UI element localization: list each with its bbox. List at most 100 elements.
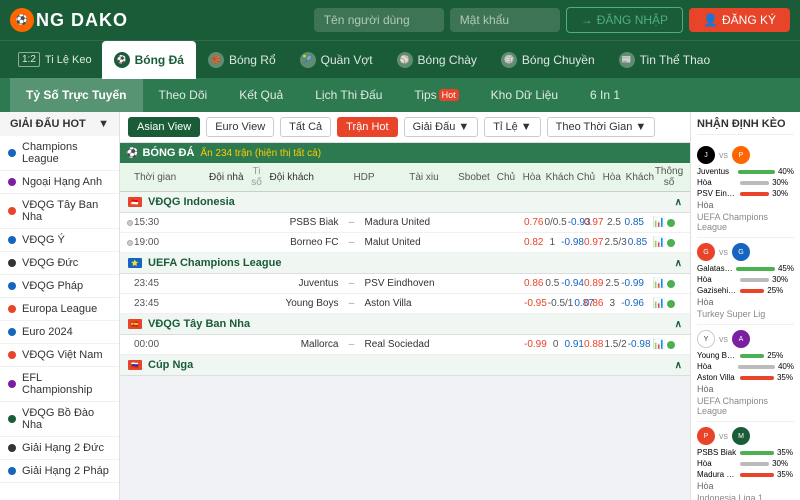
keo-item: G vs G Galatasaray 45% Hòa 30% Gazisehir… (697, 238, 794, 325)
green-indicator (667, 300, 675, 308)
keo-vs: vs (719, 334, 728, 344)
team1-label: Juventus (697, 167, 735, 176)
sidebar-item-vdqg-bo-dao-nha[interactable]: VĐQG Bồ Đào Nha (0, 402, 119, 437)
sidebar-item-vdqg-tay-ban-nha[interactable]: VĐQG Tây Ban Nha (0, 194, 119, 229)
team-badge-1: Y (697, 330, 715, 348)
tran-hot-button[interactable]: Trận Hot (337, 117, 397, 137)
col-header-ou-chu: Chủ (574, 172, 598, 183)
sidebar-item-giai-hang-2-duc[interactable]: Giải Hạng 2 Đức (0, 437, 119, 460)
username-input[interactable] (314, 8, 444, 32)
league-row-spain[interactable]: 🇪🇸 VĐQG Tây Ban Nha ∧ (120, 314, 690, 335)
hdp-away: -0.94 (561, 278, 584, 289)
nav-item-ti-le-keo[interactable]: 1:2 Ti Lệ Keo (8, 41, 102, 79)
sidebar-item-champions-league[interactable]: Champions League (0, 136, 119, 171)
stats-icon[interactable]: 📊 (653, 298, 665, 309)
register-button[interactable]: 👤 ĐĂNG KÝ (689, 8, 790, 32)
pct2: 30% (772, 189, 788, 198)
ou-mid: 1.5/2 (604, 339, 626, 350)
team-badge-2: A (732, 330, 750, 348)
league-row-indonesia[interactable]: 🇮🇩 VĐQG Indonesia ∧ (120, 192, 690, 213)
sidebar-item-europa-league[interactable]: Europa League (0, 298, 119, 321)
sidebar-item-euro-2024[interactable]: Euro 2024 (0, 321, 119, 344)
vs-separator: – (345, 298, 359, 309)
sub-nav-ty-so[interactable]: Tỷ Số Trực Tuyến (10, 78, 143, 112)
home-team: Mallorca (179, 339, 345, 350)
league-dot (8, 149, 16, 157)
sub-nav-6in1[interactable]: 6 In 1 (574, 78, 636, 112)
ti-le-dropdown[interactable]: Tỉ Lệ ▼ (484, 117, 540, 137)
euro-view-button[interactable]: Euro View (206, 117, 274, 137)
hdp-mid: 0.5 (544, 278, 560, 289)
table-row: 15:30 PSBS Biak – Madura United 0.76 0/0… (120, 213, 690, 233)
sidebar-item-vdqg-viet-nam[interactable]: VĐQG Việt Nam (0, 344, 119, 367)
sub-nav-kho-du-lieu[interactable]: Kho Dữ Liệu (475, 78, 574, 112)
sub-nav-ket-qua[interactable]: Kết Quả (223, 78, 299, 112)
sub-nav-tips[interactable]: Tips Hot (398, 78, 474, 112)
sidebar-item-giai-hang-2-phap[interactable]: Giải Hạng 2 Pháp (0, 460, 119, 483)
team-badge-2: G (732, 243, 750, 261)
logo: ⚽ NG DAKO (10, 8, 128, 32)
match-time: 23:45 (134, 298, 179, 309)
match-time: 00:00 (134, 339, 179, 350)
main-area: GIẢI ĐẤU HOT ▼ Champions League Ngoại Hạ… (0, 112, 800, 500)
keo-result: Hòa (697, 297, 794, 307)
nav-item-bong-chuyen[interactable]: 🏐 Bóng Chuyền (489, 41, 607, 79)
tennis-icon: 🎾 (300, 52, 316, 68)
sidebar-item-vdqg-phap[interactable]: VĐQG Pháp (0, 275, 119, 298)
keo-bar-row-hoa: Hòa 30% (697, 178, 794, 187)
col-header-sbobet: Sbobet (454, 172, 494, 183)
home-team: PSBS Biak (179, 217, 345, 228)
ucl-flag: ⭐ (128, 258, 142, 268)
nav-item-bong-chay[interactable]: ⚾ Bóng Chày (385, 41, 489, 79)
keo-bar-hoa (740, 181, 769, 185)
pct-hoa: 30% (772, 178, 788, 187)
nav-item-bong-ro[interactable]: 🏀 Bóng Rổ (196, 41, 288, 79)
collapse-icon: ∧ (675, 197, 682, 208)
sub-nav-lich-thi-dau[interactable]: Lịch Thi Đấu (299, 78, 398, 112)
stats-icon[interactable]: 📊 (653, 339, 665, 350)
sub-nav-theo-doi[interactable]: Theo Dõi (143, 78, 224, 112)
match-time: 15:30 (134, 217, 179, 228)
sidebar-item-vdqg-y[interactable]: VĐQG Ý (0, 229, 119, 252)
theo-thoi-gian-dropdown[interactable]: Theo Thời Gian ▼ (547, 117, 656, 137)
tat-ca-button[interactable]: Tất Cả (280, 117, 331, 137)
team-badge-2: M (732, 427, 750, 445)
sidebar-item-ngoai-hang-anh[interactable]: Ngoại Hạng Anh (0, 171, 119, 194)
soccer-icon: ⚽ (114, 52, 130, 68)
stats-icon[interactable]: 📊 (653, 278, 665, 289)
keo-bar-hoa (738, 365, 775, 369)
header: ⚽ NG DAKO → ĐĂNG NHẬP 👤 ĐĂNG KÝ (0, 0, 800, 40)
green-indicator (667, 219, 675, 227)
keo-bar-team1 (740, 451, 774, 455)
col-header-hoa: Hòa (520, 172, 544, 183)
hoa-label: Hòa (697, 275, 737, 284)
keo-bar-row-hoa: Hòa 40% (697, 362, 794, 371)
pct-hoa: 30% (772, 275, 788, 284)
stats-icon[interactable]: 📊 (653, 217, 665, 228)
hoa-label: Hòa (697, 178, 737, 187)
giai-dau-dropdown[interactable]: Giải Đấu ▼ (404, 117, 479, 137)
live-dot (127, 220, 133, 226)
keo-bar-row-hoa: Hòa 30% (697, 459, 794, 468)
nav-item-tin-the-thao[interactable]: 📰 Tin Thể Thao (607, 41, 723, 79)
league-dot (8, 328, 16, 336)
login-button[interactable]: → ĐĂNG NHẬP (566, 7, 683, 33)
nav-item-bong-da[interactable]: ⚽ Bóng Đá (102, 41, 196, 79)
stats-icon[interactable]: 📊 (653, 237, 665, 248)
ou-away: -0.96 (621, 298, 644, 309)
basketball-icon: 🏀 (208, 52, 224, 68)
league-row-russia[interactable]: 🇷🇺 Cúp Nga ∧ (120, 355, 690, 376)
asian-view-button[interactable]: Asian View (128, 117, 200, 137)
password-input[interactable] (450, 8, 560, 32)
match-time: 19:00 (134, 237, 179, 248)
ou-home: 0.89 (584, 278, 603, 289)
keo-bar-team2 (740, 376, 774, 380)
league-dot (8, 380, 16, 388)
sidebar-item-efl[interactable]: EFL Championship (0, 367, 119, 402)
keo-league: UEFA Champions League (697, 396, 794, 416)
baseball-icon: ⚾ (397, 52, 413, 68)
col-header-hdp: HDP (334, 172, 394, 183)
sidebar-item-vdqg-duc[interactable]: VĐQG Đức (0, 252, 119, 275)
league-row-ucl[interactable]: ⭐ UEFA Champions League ∧ (120, 253, 690, 274)
nav-item-quan-vot[interactable]: 🎾 Quần Vợt (288, 41, 385, 79)
